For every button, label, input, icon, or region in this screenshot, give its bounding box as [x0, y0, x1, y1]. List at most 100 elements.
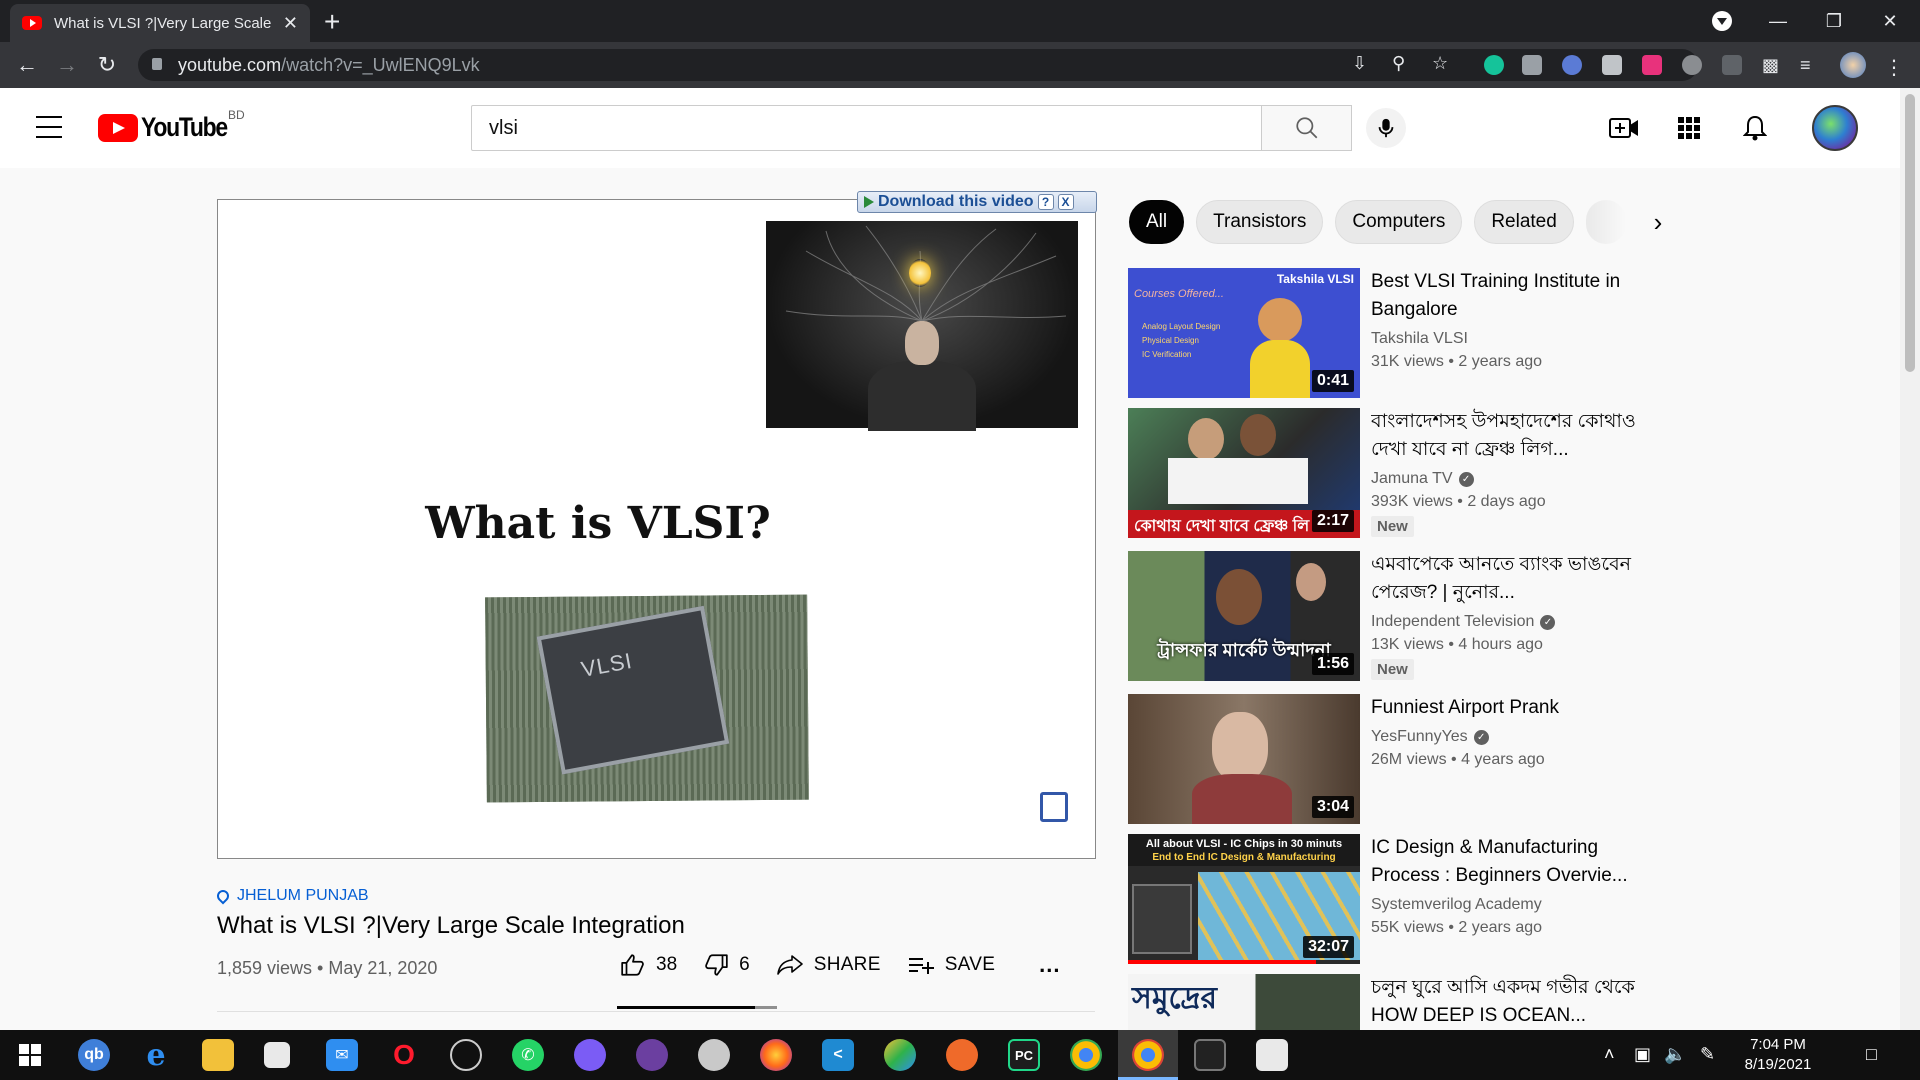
- rec-channel[interactable]: Independent Television ✓: [1371, 613, 1671, 631]
- rec-title[interactable]: Best VLSI Training Institute in Bangalor…: [1371, 268, 1671, 324]
- rec-title[interactable]: IC Design & Manufacturing Process : Begi…: [1371, 834, 1671, 890]
- color-extension-icon[interactable]: [1562, 55, 1582, 75]
- video-thumbnail[interactable]: কোথায় দেখা যাবে ফ্রেঞ্চ লি 2:17: [1128, 408, 1360, 538]
- chrome-active-icon[interactable]: [1132, 1039, 1164, 1071]
- youtube-logo[interactable]: YouTube BD: [98, 108, 245, 143]
- forward-icon[interactable]: →: [52, 50, 82, 80]
- profile-avatar-icon[interactable]: [1840, 52, 1866, 78]
- channel-watermark-icon[interactable]: [1040, 792, 1068, 822]
- address-bar[interactable]: youtube.com/watch?v=_UwlENQ9Lvk ⇩ ⚲ ☆: [138, 49, 1698, 81]
- paint-icon[interactable]: [698, 1039, 730, 1071]
- rec-title[interactable]: এমবাপেকে আনতে ব্যাংক ভাঙবেন পেরেজ? | নুন…: [1371, 551, 1671, 607]
- minimize-button[interactable]: —: [1748, 0, 1808, 42]
- rec-channel[interactable]: Jamuna TV ✓: [1371, 470, 1671, 488]
- save-button[interactable]: SAVE: [907, 953, 995, 977]
- video-thumbnail[interactable]: ট্রান্সফার মার্কেট উন্মাদনা 1:56: [1128, 551, 1360, 681]
- show-hidden-icons-chevron-icon[interactable]: ˄: [1604, 1044, 1615, 1065]
- chip-related[interactable]: Related: [1474, 200, 1574, 244]
- chip-all[interactable]: All: [1129, 200, 1185, 244]
- chrome-menu-icon[interactable]: ⋮: [1884, 55, 1904, 79]
- rec-title[interactable]: Funniest Airport Prank: [1371, 694, 1671, 722]
- list-item[interactable]: সমুদ্রের চলুন ঘুরে আসি একদম গভীর থেকে HO…: [1128, 974, 1668, 1030]
- dislike-button[interactable]: 6: [703, 952, 750, 978]
- chevron-right-icon[interactable]: ›: [1636, 200, 1680, 244]
- file-explorer-icon[interactable]: [202, 1039, 234, 1071]
- firefox-icon[interactable]: [760, 1039, 792, 1071]
- volume-icon[interactable]: 🔈: [1664, 1044, 1686, 1065]
- apps-grid-button[interactable]: [1673, 112, 1705, 144]
- video-info[interactable]: Funniest Airport Prank YesFunnyYes ✓ 26M …: [1371, 694, 1671, 769]
- chip-transistors[interactable]: Transistors: [1196, 200, 1324, 244]
- store-icon[interactable]: [264, 1042, 290, 1068]
- video-player[interactable]: What is VLSI? VLSI: [217, 199, 1096, 859]
- pycharm-icon[interactable]: PC: [1008, 1039, 1040, 1071]
- menu-icon[interactable]: [36, 116, 62, 138]
- terminal-icon[interactable]: [1194, 1039, 1226, 1071]
- close-window-button[interactable]: ✕: [1860, 0, 1920, 42]
- video-info[interactable]: এমবাপেকে আনতে ব্যাংক ভাঙবেন পেরেজ? | নুন…: [1371, 551, 1671, 680]
- whatsapp-icon[interactable]: ✆: [512, 1039, 544, 1071]
- video-info[interactable]: Best VLSI Training Institute in Bangalor…: [1371, 268, 1671, 371]
- video-thumbnail[interactable]: All about VLSI - IC Chips in 30 minuts E…: [1128, 834, 1360, 964]
- video-info[interactable]: IC Design & Manufacturing Process : Begi…: [1371, 834, 1671, 937]
- edge-icon[interactable]: e: [140, 1038, 172, 1073]
- satellite-app-icon[interactable]: [450, 1039, 482, 1071]
- download-extension-icon[interactable]: [1682, 55, 1702, 75]
- extension-icon[interactable]: [1602, 55, 1622, 75]
- scrollbar-thumb[interactable]: [1905, 94, 1915, 372]
- voice-search-button[interactable]: [1366, 108, 1406, 148]
- tab-close-button[interactable]: ✕: [283, 13, 298, 34]
- screen-extension-icon[interactable]: [1722, 55, 1742, 75]
- rec-channel[interactable]: Systemverilog Academy: [1371, 896, 1671, 914]
- app-window-icon[interactable]: [1256, 1039, 1288, 1071]
- video-thumbnail[interactable]: 3:04: [1128, 694, 1360, 824]
- video-location[interactable]: JHELUM PUNJAB: [214, 887, 369, 905]
- rec-title[interactable]: বাংলাদেশসহ উপমহাদেশের কোথাও দেখা যাবে না…: [1371, 408, 1671, 464]
- network-icon[interactable]: ▣: [1634, 1044, 1651, 1065]
- play-extension-icon[interactable]: [1642, 55, 1662, 75]
- rec-title[interactable]: চলুন ঘুরে আসি একদম গভীর থেকে HOW DEEP IS…: [1371, 974, 1671, 1030]
- share-button[interactable]: SHARE: [776, 953, 881, 977]
- search-button[interactable]: [1262, 105, 1352, 151]
- chrome-icon[interactable]: [1070, 1039, 1102, 1071]
- opera-icon[interactable]: O: [388, 1039, 420, 1071]
- messenger-icon[interactable]: [574, 1039, 606, 1071]
- video-info[interactable]: চলুন ঘুরে আসি একদম গভীর থেকে HOW DEEP IS…: [1371, 974, 1671, 1030]
- windows-start-icon[interactable]: [14, 1039, 46, 1071]
- github-desktop-icon[interactable]: [636, 1039, 668, 1071]
- matlab-icon[interactable]: [946, 1039, 978, 1071]
- search-input[interactable]: [472, 106, 1261, 150]
- list-item[interactable]: ট্রান্সফার মার্কেট উন্মাদনা 1:56 এমবাপেক…: [1128, 551, 1668, 681]
- qbittorrent-icon[interactable]: qb: [78, 1039, 110, 1071]
- video-thumbnail[interactable]: Courses Offered... Takshila VLSI Analog …: [1128, 268, 1360, 398]
- download-close-button[interactable]: X: [1057, 194, 1074, 210]
- tab-search-icon[interactable]: [1712, 11, 1732, 31]
- create-video-button[interactable]: [1608, 112, 1640, 144]
- more-actions-button[interactable]: ...: [1039, 952, 1060, 978]
- video-info[interactable]: বাংলাদেশসহ উপমহাদেশের কোথাও দেখা যাবে না…: [1371, 408, 1671, 537]
- grammarly-extension-icon[interactable]: [1484, 55, 1504, 75]
- restore-button[interactable]: ❐: [1804, 0, 1864, 42]
- download-label[interactable]: Download this video: [878, 193, 1034, 211]
- reload-icon[interactable]: ↻: [92, 50, 122, 80]
- notifications-button[interactable]: [1739, 112, 1771, 144]
- like-button[interactable]: 38: [620, 952, 677, 978]
- pen-icon[interactable]: ✎: [1700, 1044, 1715, 1065]
- search-box[interactable]: [471, 105, 1262, 151]
- mail-icon[interactable]: ✉: [326, 1039, 358, 1071]
- download-video-bar[interactable]: Download this video ? X: [857, 191, 1097, 213]
- new-tab-button[interactable]: +: [324, 6, 340, 38]
- vscode-icon[interactable]: <: [822, 1039, 854, 1071]
- download-help-button[interactable]: ?: [1037, 194, 1054, 210]
- chip-computers[interactable]: Computers: [1335, 200, 1463, 244]
- rec-channel[interactable]: YesFunnyYes ✓: [1371, 728, 1671, 746]
- list-item[interactable]: All about VLSI - IC Chips in 30 minuts E…: [1128, 834, 1668, 964]
- list-item[interactable]: Courses Offered... Takshila VLSI Analog …: [1128, 268, 1668, 398]
- bookmark-star-icon[interactable]: ☆: [1432, 53, 1448, 74]
- taskbar-clock[interactable]: 7:04 PM 8/19/2021: [1734, 1035, 1822, 1075]
- install-icon[interactable]: ⇩: [1352, 53, 1367, 74]
- extensions-puzzle-icon[interactable]: ▩: [1762, 55, 1782, 75]
- zoom-icon[interactable]: ⚲: [1392, 53, 1405, 74]
- camera-extension-icon[interactable]: [1522, 55, 1542, 75]
- page-scrollbar[interactable]: [1900, 88, 1920, 1030]
